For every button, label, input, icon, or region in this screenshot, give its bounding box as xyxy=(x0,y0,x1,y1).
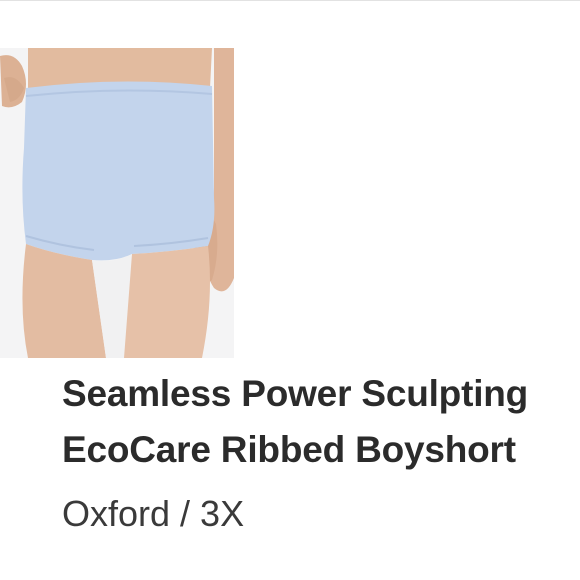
product-title-line-1[interactable]: Seamless Power Sculpting xyxy=(62,366,580,422)
product-title-line-2[interactable]: EcoCare Ribbed Boyshort xyxy=(62,422,580,478)
product-image[interactable] xyxy=(0,48,234,358)
product-card[interactable]: Seamless Power Sculpting EcoCare Ribbed … xyxy=(0,0,580,580)
product-variant: Oxford / 3X xyxy=(62,493,245,534)
product-title[interactable]: Seamless Power Sculpting EcoCare Ribbed … xyxy=(62,366,580,478)
